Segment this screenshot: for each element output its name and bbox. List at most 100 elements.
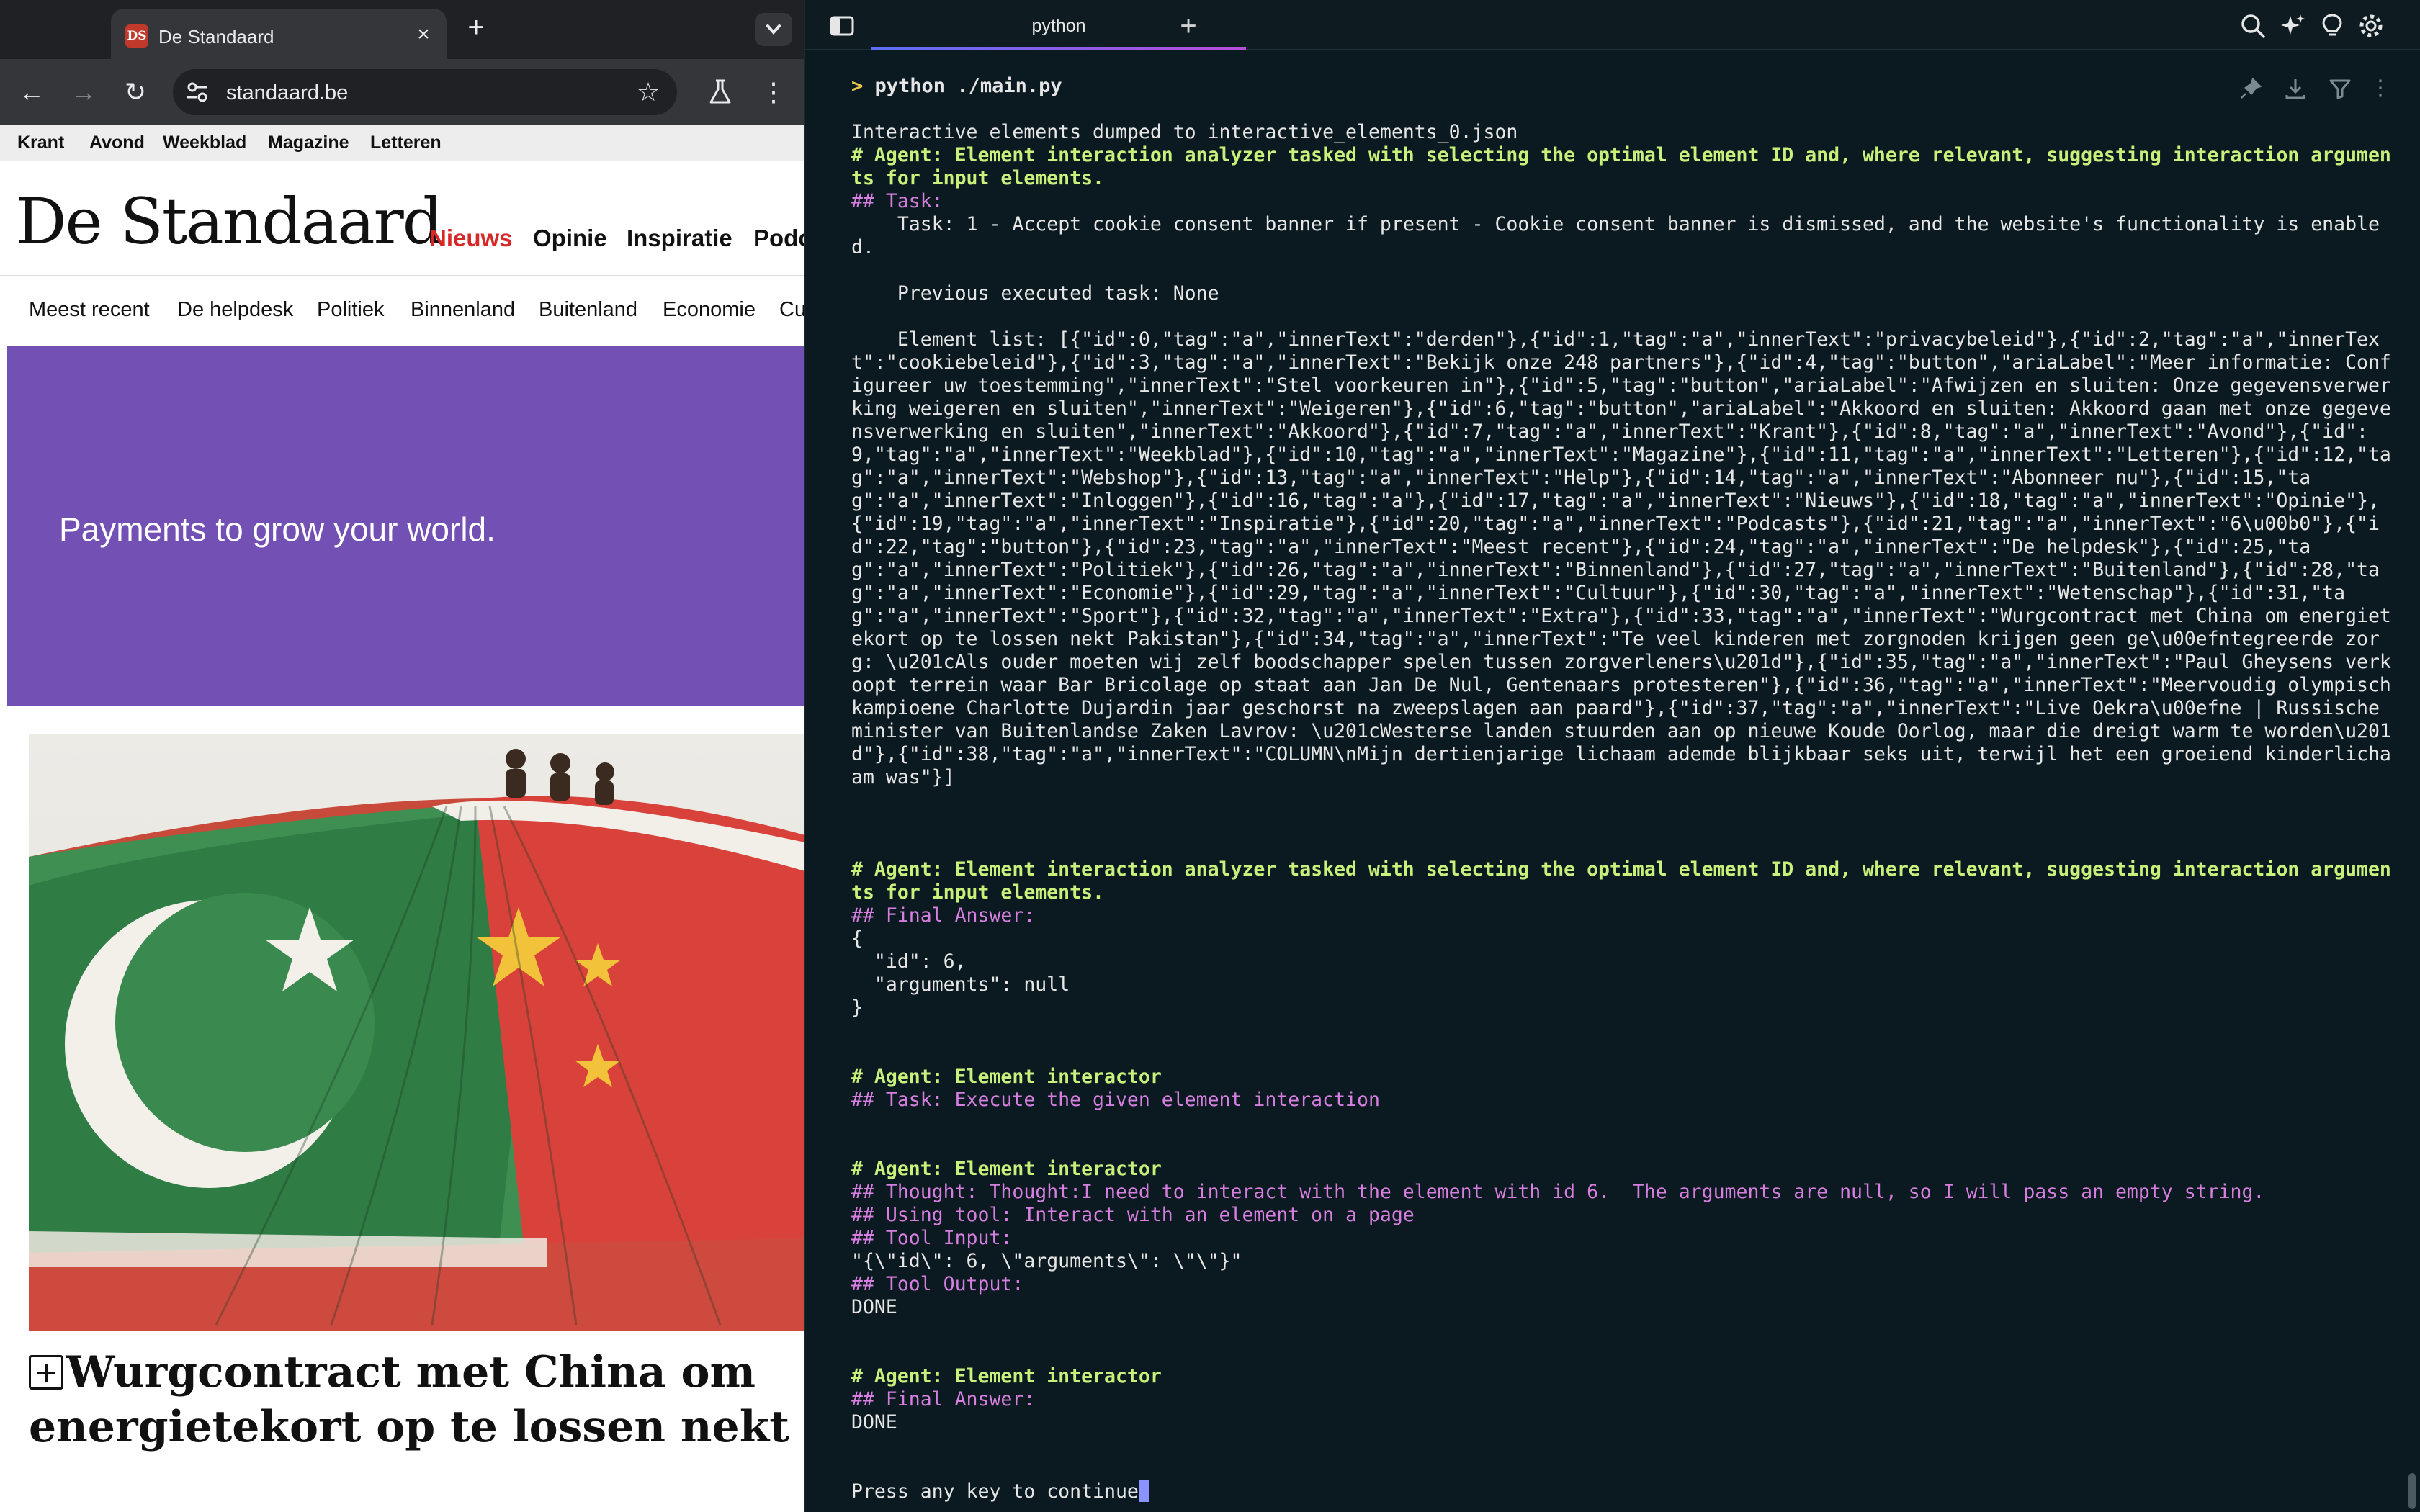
output-line: Interactive elements dumped to interacti…	[851, 121, 1518, 143]
output-line: "arguments": null	[851, 973, 1070, 996]
site-logo[interactable]: De Standaard	[16, 184, 443, 258]
output-line: "{\"id\": 6, \"arguments\": \"\"}"	[851, 1250, 1242, 1272]
forward-arrow-icon[interactable]: →	[66, 75, 101, 109]
favicon: DS	[125, 24, 148, 48]
terminal-window: python + > python ./main.py ⋮ Interactiv…	[805, 0, 2420, 1512]
plus-box-icon	[29, 1355, 63, 1390]
lightbulb-icon[interactable]	[2318, 12, 2347, 40]
new-tab-button[interactable]: +	[461, 13, 491, 43]
sub-nav-meest-recent[interactable]: Meest recent	[29, 298, 150, 322]
chevron-down-icon	[766, 24, 781, 35]
text-cursor	[1138, 1480, 1149, 1502]
top-nav-avond[interactable]: Avond	[89, 132, 145, 153]
output-line: Previous executed task: None	[851, 282, 1219, 305]
sub-nav-buitenland[interactable]: Buitenland	[539, 298, 637, 322]
new-terminal-tab-button[interactable]: +	[1173, 10, 1204, 42]
output-line: {	[851, 927, 863, 950]
top-nav-letteren[interactable]: Letteren	[370, 132, 442, 153]
article-photo[interactable]	[29, 734, 805, 1331]
main-nav-inspiratie[interactable]: Inspiratie	[627, 225, 732, 252]
sub-nav-economie[interactable]: Economie	[663, 298, 756, 322]
output-line: DONE	[851, 1296, 897, 1318]
continue-prompt-line: Press any key to continue	[851, 1480, 2400, 1503]
sub-nav-binnenland[interactable]: Binnenland	[411, 298, 515, 322]
prompt-symbol: >	[851, 75, 864, 97]
agent-heading-line: # Agent: Element interactor	[851, 1365, 1162, 1387]
close-icon[interactable]: ×	[412, 23, 435, 46]
browser-toolbar: ← → ↻ standaard.be ☆ ⋮	[0, 59, 805, 125]
reload-icon[interactable]: ↻	[118, 75, 153, 109]
tab-strip: DS De Standaard × +	[0, 0, 805, 59]
active-tab-indicator	[871, 47, 1246, 50]
top-nav-magazine[interactable]: Magazine	[268, 132, 349, 153]
output-line: DONE	[851, 1411, 897, 1434]
agent-heading-line: # Agent: Element interactor	[851, 1066, 1162, 1088]
labs-flask-icon[interactable]	[703, 75, 738, 109]
star-icon[interactable]: ☆	[634, 78, 663, 107]
section-heading-line: ## Tool Output:	[851, 1273, 1024, 1295]
output-line: Element list: [{"id":0,"tag":"a","innerT…	[851, 328, 2403, 788]
divider	[0, 275, 805, 276]
section-heading-line: ## Thought: Thought:I need to interact w…	[851, 1181, 2265, 1203]
terminal-scrollbar[interactable]	[2408, 1473, 2416, 1509]
kebab-menu-icon[interactable]: ⋮	[756, 75, 791, 109]
main-nav-podcasts[interactable]: Podcasts	[753, 225, 805, 252]
headline-line-1: Wurgcontract met China om	[66, 1347, 756, 1398]
site-info-icon[interactable]	[183, 78, 212, 107]
browser-window: DS De Standaard × + ← → ↻ standaard.be ☆…	[0, 0, 805, 1512]
section-heading-line: ## Task:	[851, 190, 944, 212]
sub-nav-politiek[interactable]: Politiek	[317, 298, 385, 322]
back-arrow-icon[interactable]: ←	[14, 75, 49, 109]
agent-heading-line: # Agent: Element interactor	[851, 1158, 1162, 1180]
agent-heading-line: # Agent: Element interaction analyzer ta…	[851, 858, 2391, 904]
headline-line-2: energietekort op te lossen nekt Pakistan	[29, 1402, 805, 1452]
gear-icon[interactable]	[2357, 12, 2385, 40]
ad-text: Payments to grow your world.	[59, 510, 496, 548]
terminal-output: Interactive elements dumped to interacti…	[851, 121, 2400, 1503]
output-line: Task: 1 - Accept cookie consent banner i…	[851, 213, 2380, 258]
top-nav-krant[interactable]: Krant	[17, 132, 64, 153]
sub-nav-cultuur[interactable]: Cultuur	[779, 298, 805, 322]
sub-nav-de-helpdesk[interactable]: De helpdesk	[177, 298, 293, 322]
output-line: "id": 6,	[851, 950, 967, 973]
url-text: standaard.be	[226, 81, 349, 104]
download-icon[interactable]	[2283, 76, 2308, 101]
advertisement-banner[interactable]: Payments to grow your world.	[7, 346, 805, 706]
tab-title: De Standaard	[158, 26, 274, 48]
kebab-menu-icon[interactable]: ⋮	[2368, 76, 2393, 101]
sidebar-toggle-icon[interactable]	[830, 16, 854, 36]
section-heading-line: ## Final Answer:	[851, 904, 1036, 927]
terminal-tab-bar: python +	[805, 0, 2420, 50]
section-heading-line: ## Task: Execute the given element inter…	[851, 1089, 1380, 1111]
section-heading-line: ## Final Answer:	[851, 1388, 1036, 1410]
main-nav-nieuws[interactable]: Nieuws	[429, 225, 513, 252]
agent-heading-line: # Agent: Element interaction analyzer ta…	[851, 144, 2391, 189]
tab-de-standaard[interactable]: DS De Standaard ×	[111, 9, 447, 59]
sparkle-icon[interactable]	[2279, 12, 2308, 40]
section-heading-line: ## Tool Input:	[851, 1227, 1013, 1249]
tab-search-button[interactable]	[755, 13, 792, 46]
main-nav-opinie[interactable]: Opinie	[533, 225, 607, 252]
article-headline[interactable]: Wurgcontract met China om energietekort …	[29, 1345, 805, 1453]
address-bar[interactable]: standaard.be ☆	[173, 69, 677, 115]
top-nav-weekblad[interactable]: Weekblad	[163, 132, 246, 153]
top-nav: Krant Avond Weekblad Magazine Letteren	[0, 125, 805, 161]
section-heading-line: ## Using tool: Interact with an element …	[851, 1204, 1415, 1226]
output-line: }	[851, 996, 863, 1019]
search-icon[interactable]	[2238, 12, 2267, 40]
filter-icon[interactable]	[2328, 76, 2352, 101]
command-text: python ./main.py	[874, 75, 1062, 97]
command-prompt: > python ./main.py	[851, 75, 1062, 97]
pin-icon[interactable]	[2238, 76, 2263, 101]
